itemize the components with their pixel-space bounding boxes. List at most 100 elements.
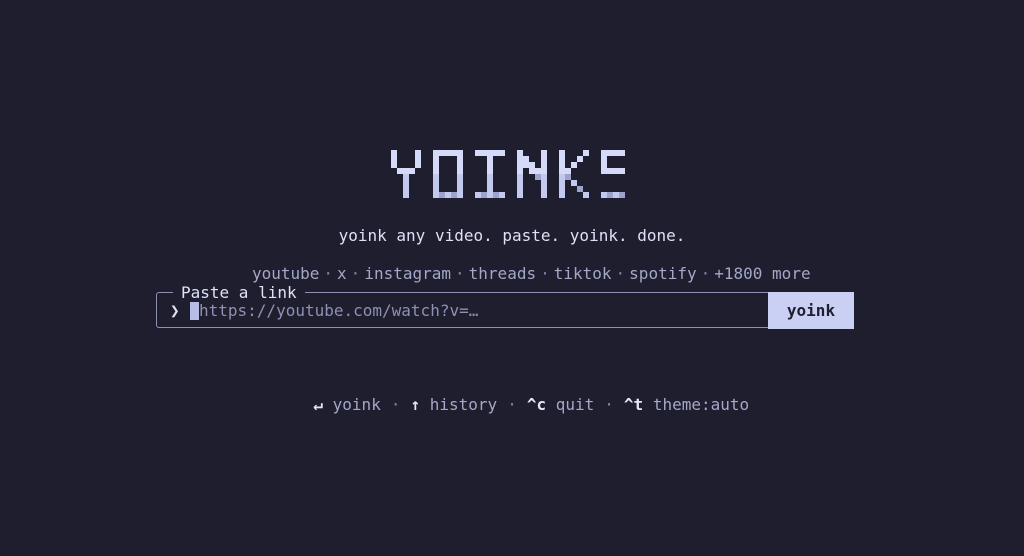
logo-pixel xyxy=(457,162,464,169)
logo-pixel xyxy=(601,156,608,163)
logo-pixel xyxy=(457,168,464,175)
logo-pixel xyxy=(391,156,398,163)
platform-threads: threads xyxy=(468,264,537,283)
prompt-chevron-icon: ❯ xyxy=(170,301,180,320)
logo-pixel xyxy=(571,180,578,187)
logo-pixel xyxy=(517,186,524,193)
app-window: yoink any video. paste. yoink. done. you… xyxy=(0,0,1024,556)
logo-pixel xyxy=(577,186,584,193)
logo-pixel xyxy=(445,150,452,157)
platform-x: x xyxy=(337,264,347,283)
keyboard-shortcuts: ↵ yoink · ↑ history · ^c quit · ^t theme:auto xyxy=(0,376,1024,433)
logo-pixel xyxy=(541,180,548,187)
platform-tiktok: tiktok xyxy=(553,264,612,283)
platform-instagram: instagram xyxy=(364,264,452,283)
logo-pixel xyxy=(577,156,584,163)
logo-pixel xyxy=(535,168,542,175)
logo-pixel xyxy=(457,192,464,198)
arrow-up-icon: ↑ xyxy=(410,395,421,414)
logo-pixel xyxy=(499,192,506,198)
logo-pixel xyxy=(529,162,536,169)
logo-pixel xyxy=(559,150,566,157)
tagline: yoink any video. paste. yoink. done. xyxy=(338,226,686,245)
logo-pixel xyxy=(541,186,548,193)
logo-pixel xyxy=(403,168,410,175)
yoink-button[interactable]: yoink xyxy=(768,292,854,329)
logo-pixel xyxy=(457,186,464,193)
logo-pixel xyxy=(541,156,548,163)
logo-pixel xyxy=(475,192,482,198)
logo-pixel xyxy=(517,150,524,157)
logo-pixel xyxy=(571,162,578,169)
logo-pixel xyxy=(403,174,410,181)
platform-separator: · xyxy=(615,264,626,283)
logo-pixel xyxy=(391,150,398,157)
logo-pixel xyxy=(457,180,464,187)
logo-pixel xyxy=(601,192,608,198)
platform-separator: · xyxy=(455,264,465,283)
yoinks-logo xyxy=(391,150,625,198)
logo-pixel xyxy=(529,168,536,175)
logo-pixel xyxy=(565,174,572,181)
logo-pixel xyxy=(457,174,464,181)
text-cursor xyxy=(190,302,199,320)
shortcut-separator: · xyxy=(507,395,517,414)
link-input[interactable] xyxy=(199,300,759,320)
logo-pixel xyxy=(613,192,620,198)
logo-pixel xyxy=(403,180,410,187)
logo-pixel xyxy=(559,180,566,187)
logo-pixel xyxy=(433,156,440,163)
platform-separator: · xyxy=(540,264,550,283)
logo-pixel xyxy=(541,162,548,169)
logo-pixel xyxy=(613,168,620,175)
logo-pixel xyxy=(415,156,422,163)
ctrl-t-key: ^t xyxy=(623,395,644,414)
logo-pixel xyxy=(607,168,614,175)
logo-pixel xyxy=(433,150,440,157)
shortcut-yoink-label: yoink xyxy=(332,395,381,414)
logo-pixel xyxy=(541,150,548,157)
logo-pixel xyxy=(559,162,566,169)
logo-pixel xyxy=(487,192,494,198)
logo-pixel xyxy=(559,174,566,181)
logo-pixel xyxy=(517,174,524,181)
logo-pixel xyxy=(457,156,464,163)
logo-pixel xyxy=(535,174,542,181)
logo-pixel xyxy=(541,168,548,175)
logo-pixel xyxy=(517,156,524,163)
platform-spotify: spotify xyxy=(629,264,697,283)
enter-key-icon: ↵ xyxy=(313,395,324,414)
logo-pixel xyxy=(559,192,566,198)
platform-separator: · xyxy=(350,264,361,283)
logo-pixel xyxy=(481,150,488,157)
logo-pixel xyxy=(391,162,398,169)
logo-pixel xyxy=(433,168,440,175)
logo-pixel xyxy=(517,192,524,198)
logo-pixel xyxy=(487,180,494,187)
logo-pixel xyxy=(433,162,440,169)
logo-pixel xyxy=(487,168,494,175)
logo-pixel xyxy=(451,150,458,157)
logo-pixel xyxy=(487,150,494,157)
logo-pixel xyxy=(619,192,625,198)
shortcut-separator: · xyxy=(390,395,401,414)
logo-pixel xyxy=(601,168,608,175)
logo-pixel xyxy=(607,192,614,198)
logo-pixel xyxy=(475,150,482,157)
logo-pixel xyxy=(583,150,590,157)
logo-pixel xyxy=(499,150,506,157)
logo-pixel xyxy=(439,192,446,198)
logo-pixel xyxy=(409,168,416,175)
platform-more: +1800 more xyxy=(714,264,811,283)
logo-pixel xyxy=(565,168,572,175)
logo-pixel xyxy=(523,156,530,163)
logo-pixel xyxy=(487,174,494,181)
shortcut-quit-label: quit xyxy=(555,395,595,414)
logo-pixel xyxy=(619,168,625,175)
logo-pixel xyxy=(439,150,446,157)
logo-pixel xyxy=(445,192,452,198)
logo-pixel xyxy=(583,192,590,198)
logo-pixel xyxy=(559,156,566,163)
logo-pixel xyxy=(487,186,494,193)
logo-pixel xyxy=(517,168,524,175)
